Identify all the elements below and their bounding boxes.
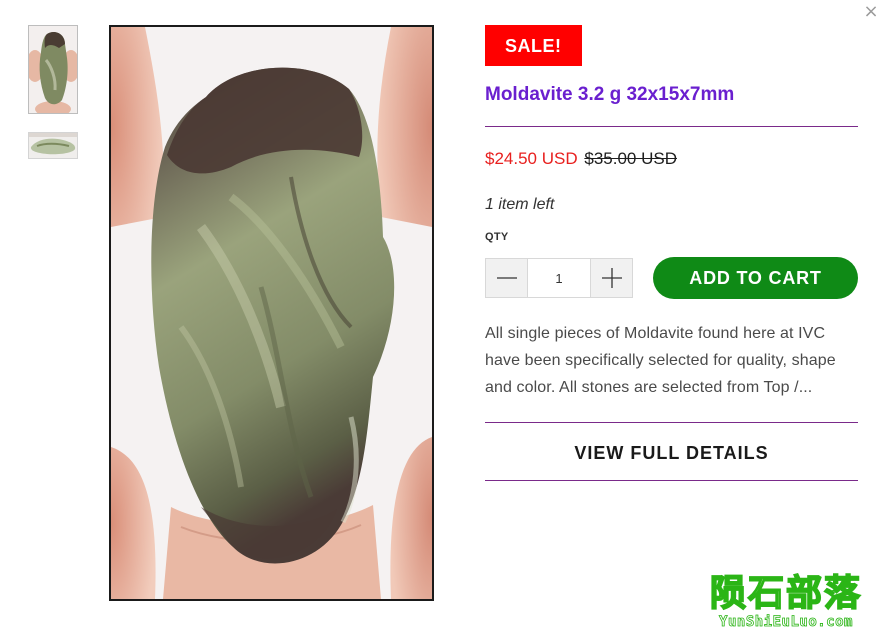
- watermark-chinese-text: 陨石部落: [709, 573, 862, 615]
- quantity-input[interactable]: [528, 259, 590, 297]
- minus-icon: [496, 277, 517, 279]
- moldavite-front-thumbnail: [29, 26, 77, 113]
- sale-price: $24.50 USD: [485, 149, 578, 168]
- product-info-panel: SALE! Moldavite 3.2 g 32x15x7mm $24.50 U…: [485, 25, 858, 481]
- quantity-increase-button[interactable]: [590, 259, 632, 297]
- purchase-row: ADD TO CART: [485, 257, 858, 299]
- watermark: 陨石部落 YunShiEuLuo.com: [698, 573, 874, 631]
- divider: [485, 480, 858, 481]
- quantity-label: QTY: [485, 231, 509, 243]
- view-full-details-link[interactable]: VIEW FULL DETAILS: [485, 423, 858, 480]
- divider: [485, 126, 858, 127]
- product-quick-view-modal: × SALE! Moldavite 3.2 g 32x15x7mm $24.50…: [0, 0, 884, 633]
- moldavite-side-thumbnail: [29, 133, 77, 158]
- product-title[interactable]: Moldavite 3.2 g 32x15x7mm: [485, 83, 858, 107]
- watermark-latin-text: YunShiEuLuo.com: [719, 614, 853, 631]
- moldavite-stone-photo: [111, 27, 432, 599]
- stock-status: 1 item left: [485, 196, 555, 213]
- price-row: $24.50 USD $35.00 USD: [485, 148, 858, 170]
- thumbnail-list: [28, 25, 78, 177]
- sale-badge: SALE!: [485, 25, 582, 66]
- thumbnail-front-view[interactable]: [28, 25, 78, 114]
- quantity-decrease-button[interactable]: [486, 259, 528, 297]
- product-main-image[interactable]: [109, 25, 434, 601]
- add-to-cart-button[interactable]: ADD TO CART: [653, 257, 858, 299]
- product-description: All single pieces of Moldavite found her…: [485, 325, 836, 396]
- thumbnail-side-view[interactable]: [28, 132, 78, 159]
- compare-at-price: $35.00 USD: [584, 149, 677, 168]
- quantity-stepper: [485, 258, 633, 298]
- close-icon[interactable]: ×: [862, 2, 880, 22]
- plus-icon: [601, 268, 622, 288]
